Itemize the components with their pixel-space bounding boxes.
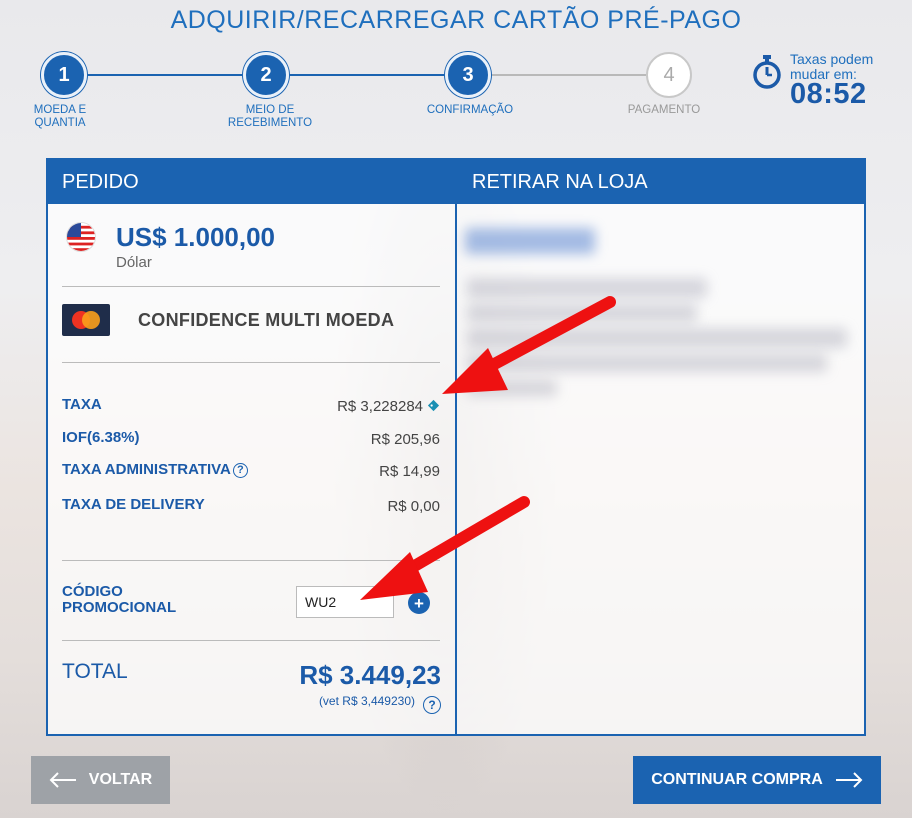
fee-label-text: TAXA ADMINISTRATIVA [62,461,231,478]
divider [62,560,440,561]
order-summary: US$ 1.000,00 Dólar CONFIDENCE MULTI MOED… [48,204,455,734]
fee-row: TAXA ADMINISTRATIVA? R$ 14,99 [62,461,440,483]
card-name: CONFIDENCE MULTI MOEDA [138,310,395,330]
panel-header: PEDIDO RETIRAR NA LOJA [48,160,864,204]
blurred-content [467,278,707,298]
tag-icon[interactable] [427,399,440,412]
card-row: CONFIDENCE MULTI MOEDA [62,302,442,358]
continue-button[interactable]: CONTINUAR COMPRA [633,756,881,804]
fee-row: TAXA R$ 3,228284 [62,396,440,418]
us-flag-icon [66,222,96,252]
step-connector [86,74,242,76]
pickup-panel [457,204,864,734]
total-label: TOTAL [62,660,128,683]
currency-name: Dólar [116,254,152,271]
divider [62,286,440,287]
progress-stepper: 1 2 3 4 MOEDA E QUANTIA MEIO DE RECEBIME… [34,52,700,132]
fee-label: IOF(6.38%) [62,429,140,446]
step-3[interactable]: 3 [445,52,491,98]
pickup-header: RETIRAR NA LOJA [472,171,648,193]
promo-label: CÓDIGO PROMOCIONAL [62,583,177,616]
add-promo-button[interactable]: + [408,592,430,614]
arrow-left-icon [49,772,76,788]
page-title: ADQUIRIR/RECARREGAR CARTÃO PRÉ-PAGO [170,6,742,34]
rate-timer: Taxas podem mudar em: 08:52 [752,52,902,112]
help-icon[interactable]: ? [423,696,441,714]
promo-code-row: CÓDIGO PROMOCIONAL + [62,584,440,624]
fee-label: TAXA [62,396,102,413]
fee-row: TAXA DE DELIVERY R$ 0,00 [62,496,440,518]
order-header: PEDIDO [62,171,139,193]
fee-value: R$ 205,96 [370,431,440,448]
step-3-label: CONFIRMAÇÃO [426,104,514,116]
step-4: 4 [646,52,692,98]
mastercard-icon [62,304,110,336]
blurred-content [467,304,697,322]
total-value: R$ 3.449,23 [299,660,441,690]
arrow-right-icon [835,772,863,788]
step-1-label: MOEDA E QUANTIA [33,104,87,129]
fee-value-text: R$ 3,228284 [337,398,423,415]
divider [62,640,440,641]
fee-label: TAXA ADMINISTRATIVA? [62,461,248,478]
step-4-label: PAGAMENTO [627,104,701,116]
step-connector [288,74,444,76]
step-connector [490,74,646,76]
help-icon[interactable]: ? [232,462,248,478]
promo-code-input[interactable] [296,586,394,618]
step-2[interactable]: 2 [243,52,289,98]
continue-button-label: CONTINUAR COMPRA [651,771,823,788]
blurred-content [467,380,557,396]
back-button[interactable]: VOLTAR [31,756,170,804]
fee-value: R$ 3,228284 [337,398,440,415]
back-button-label: VOLTAR [88,771,153,788]
step-2-label: MEIO DE RECEBIMENTO [227,104,313,129]
vet-text: (vet R$ 3,449230) [318,694,415,708]
fee-value: R$ 14,99 [379,463,440,480]
divider [62,362,440,363]
vet-row: (vet R$ 3,449230)? [319,694,441,714]
currency-row: US$ 1.000,00 Dólar [62,222,442,288]
stopwatch-icon [753,55,781,89]
order-panel: PEDIDO RETIRAR NA LOJA US$ 1.000,00 Dóla… [46,158,866,736]
timer-value: 08:52 [790,78,867,110]
fee-value: R$ 0,00 [387,498,440,515]
order-amount: US$ 1.000,00 [116,222,276,252]
fee-row: IOF(6.38%) R$ 205,96 [62,429,440,451]
step-1[interactable]: 1 [41,52,87,98]
blurred-content [467,328,847,348]
blurred-content [467,354,827,372]
fee-label: TAXA DE DELIVERY [62,496,205,513]
blurred-content [465,228,595,254]
